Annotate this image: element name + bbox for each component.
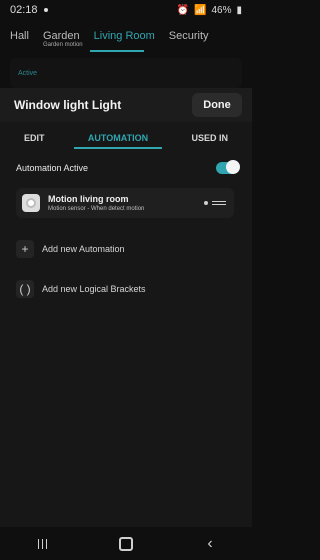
room-tab-living-room: Living Room	[93, 30, 155, 42]
add-automation-button[interactable]: + Add new Automation	[16, 236, 234, 262]
room-tab-security: Security	[168, 30, 209, 42]
background-room-tabs: Hall Garden Garden motion Living Room Se…	[0, 30, 252, 50]
automation-card[interactable]: Motion living room Motion sensor - When …	[16, 188, 234, 218]
background-card-peek: Active	[10, 58, 242, 88]
sheet-header: Window light Light Done	[0, 88, 252, 122]
background-active-label: Active	[18, 69, 38, 77]
home-button[interactable]	[114, 532, 138, 556]
drag-handle-icon[interactable]	[212, 201, 226, 205]
battery-icon: ▮	[236, 4, 242, 16]
automation-active-label: Automation Active	[16, 163, 89, 173]
home-icon	[119, 536, 133, 551]
status-time: 02:18	[10, 4, 38, 16]
recent-apps-icon	[37, 538, 47, 549]
plus-icon: +	[16, 240, 34, 258]
status-dot-icon	[204, 201, 208, 205]
notification-dot-icon	[43, 8, 48, 12]
automation-sheet: Window light Light Done EDIT AUTOMATION …	[0, 88, 252, 527]
sheet-tabs: EDIT AUTOMATION USED IN	[0, 126, 252, 150]
automation-active-toggle[interactable]	[216, 160, 240, 174]
motion-sensor-icon	[22, 194, 40, 212]
tab-edit[interactable]: EDIT	[24, 133, 45, 143]
recent-apps-button[interactable]	[30, 532, 54, 556]
battery-percent: 46%	[211, 4, 232, 16]
add-automation-label: Add new Automation	[42, 244, 125, 254]
automation-title: Motion living room	[48, 194, 129, 204]
automation-subtitle: Motion sensor - When detect motion	[48, 206, 145, 212]
toggle-knob	[226, 160, 240, 174]
room-tab-hall: Hall	[10, 30, 29, 42]
add-logical-brackets-button[interactable]: ( ) Add new Logical Brackets	[16, 276, 234, 302]
automation-active-row: Automation Active	[16, 158, 240, 178]
tab-automation[interactable]: AUTOMATION	[73, 133, 163, 149]
back-icon: ‹	[207, 534, 213, 552]
status-bar: 02:18 ⏰ 📶 46% ▮	[0, 0, 252, 20]
done-button[interactable]: Done	[192, 93, 242, 117]
room-tab-garden-subtitle: Garden motion	[42, 42, 83, 48]
sheet-title: Window light Light	[14, 98, 122, 112]
wifi-icon: 📶	[194, 4, 207, 16]
brackets-icon: ( )	[16, 280, 34, 298]
room-tab-indicator	[90, 50, 144, 52]
room-tab-garden: Garden Garden motion	[42, 30, 83, 48]
add-brackets-label: Add new Logical Brackets	[42, 284, 146, 294]
back-button[interactable]: ‹	[198, 532, 222, 556]
alarm-icon: ⏰	[176, 4, 190, 16]
tab-used-in[interactable]: USED IN	[191, 133, 228, 143]
system-nav-bar: ‹	[0, 527, 252, 560]
